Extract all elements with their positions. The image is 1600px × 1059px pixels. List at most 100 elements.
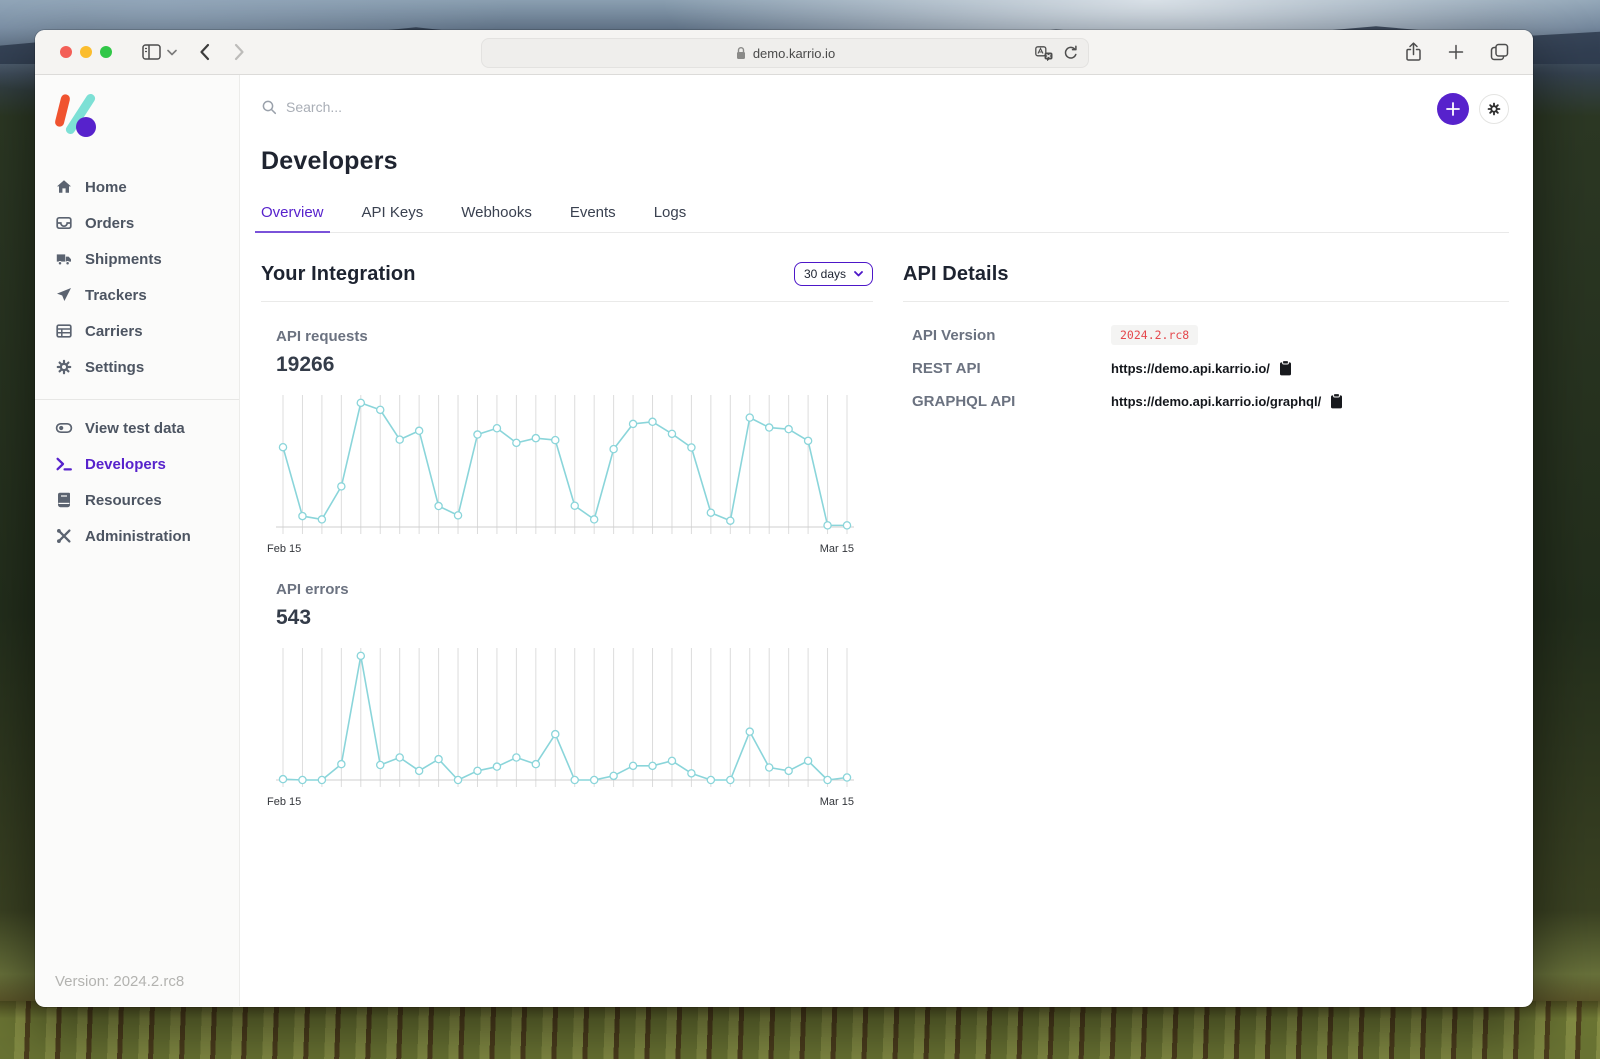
sidebar-divider — [35, 399, 239, 400]
tab-overview[interactable]: Overview — [261, 204, 324, 232]
sidebar-secondary-nav: View test data Developers Resources Adminis… — [35, 410, 239, 554]
main-content: Search... Developers Overview API Keys Web… — [240, 75, 1533, 1006]
sidebar-item-label: Trackers — [85, 287, 147, 304]
select-chevron-icon — [854, 271, 863, 277]
home-icon — [55, 178, 73, 196]
tab-overview-icon[interactable] — [1490, 43, 1509, 61]
detail-value: https://demo.api.karrio.io/graphql/ — [1111, 393, 1343, 409]
translate-icon[interactable] — [1035, 46, 1053, 61]
detail-value: https://demo.api.karrio.io/ — [1111, 360, 1292, 376]
chart-api-requests: API requests19266Feb 15Mar 15 — [276, 328, 873, 555]
tab-api-keys[interactable]: API Keys — [362, 204, 424, 232]
browser-titlebar: demo.karrio.io — [35, 30, 1533, 75]
search-placeholder: Search... — [286, 99, 342, 115]
sidebar: Home Orders Shipments Trackers Carriers Setti… — [35, 75, 240, 1006]
sidebar-item-administration[interactable]: Administration — [35, 518, 239, 554]
x-axis-start-label: Feb 15 — [267, 543, 301, 555]
sidebar-item-home[interactable]: Home — [35, 169, 239, 205]
detail-label: GRAPHQL API — [912, 393, 1111, 410]
app-version: Version: 2024.2.rc8 — [55, 973, 184, 990]
chart-total-value: 19266 — [276, 353, 873, 377]
chart-total-value: 543 — [276, 606, 873, 630]
search-icon — [261, 99, 277, 115]
sidebar-item-resources[interactable]: Resources — [35, 482, 239, 518]
clipboard-icon[interactable] — [1279, 360, 1292, 376]
sidebar-item-shipments[interactable]: Shipments — [35, 241, 239, 277]
sidebar-item-settings[interactable]: Settings — [35, 349, 239, 385]
table-icon — [55, 322, 73, 340]
sidebar-item-label: Shipments — [85, 251, 162, 268]
api-url-text: https://demo.api.karrio.io/graphql/ — [1111, 394, 1321, 409]
sidebar-item-label: Settings — [85, 359, 144, 376]
sidebar-item-label: Orders — [85, 215, 134, 232]
line-chart-canvas — [276, 644, 854, 794]
gear-icon — [55, 358, 73, 376]
sidebar-item-carriers[interactable]: Carriers — [35, 313, 239, 349]
truck-icon — [55, 250, 73, 268]
sidebar-item-label: Home — [85, 179, 127, 196]
create-button[interactable] — [1437, 93, 1469, 125]
new-tab-icon[interactable] — [1448, 44, 1464, 60]
share-icon[interactable] — [1405, 42, 1422, 62]
detail-label: API Version — [912, 327, 1111, 344]
x-axis-end-label: Mar 15 — [820, 543, 854, 555]
version-badge: 2024.2.rc8 — [1111, 325, 1198, 345]
api-url-text: https://demo.api.karrio.io/ — [1111, 361, 1270, 376]
terminal-icon — [55, 455, 73, 473]
page-title: Developers — [261, 147, 1509, 176]
sidebar-item-orders[interactable]: Orders — [35, 205, 239, 241]
detail-label: REST API — [912, 360, 1111, 377]
integration-title: Your Integration — [261, 263, 416, 286]
sidebar-item-label: Developers — [85, 456, 166, 473]
api-detail-row-rest-api: REST APIhttps://demo.api.karrio.io/ — [912, 357, 1509, 379]
back-button-icon[interactable] — [199, 43, 210, 61]
clipboard-icon[interactable] — [1330, 393, 1343, 409]
integration-section: Your Integration 30 days API requests192… — [261, 259, 873, 808]
sidebar-item-developers[interactable]: Developers — [35, 446, 239, 482]
sidebar-item-label: View test data — [85, 420, 185, 437]
sidebar-item-view-test-data[interactable]: View test data — [35, 410, 239, 446]
reload-icon[interactable] — [1063, 45, 1078, 61]
sidebar-item-trackers[interactable]: Trackers — [35, 277, 239, 313]
vineyard-rows — [0, 1001, 1600, 1059]
url-text: demo.karrio.io — [753, 46, 835, 61]
tab-webhooks[interactable]: Webhooks — [461, 204, 532, 232]
sidebar-item-label: Carriers — [85, 323, 143, 340]
browser-window: demo.karrio.io — [35, 30, 1533, 1007]
address-bar[interactable]: demo.karrio.io — [481, 38, 1089, 68]
traffic-lights — [60, 46, 112, 58]
tools-icon — [55, 527, 73, 545]
close-button[interactable] — [60, 46, 72, 58]
chart-api-errors: API errors 543 Feb 15Mar 15 — [276, 581, 873, 808]
api-detail-row-graphql-api: GRAPHQL APIhttps://demo.api.karrio.io/gr… — [912, 390, 1509, 412]
chart-title: API errors — [276, 581, 873, 598]
x-axis-start-label: Feb 15 — [267, 796, 301, 808]
zoom-button[interactable] — [100, 46, 112, 58]
api-detail-row-api-version: API Version2024.2.rc8 — [912, 324, 1509, 346]
lock-icon — [735, 46, 747, 60]
chevron-down-icon[interactable] — [167, 49, 177, 56]
chart-x-axis-labels: Feb 15Mar 15 — [276, 796, 854, 808]
tab-events[interactable]: Events — [570, 204, 616, 232]
sidebar-toggle-icon[interactable] — [142, 44, 161, 60]
api-details-divider — [903, 301, 1509, 302]
orders-icon — [55, 214, 73, 232]
send-icon — [55, 286, 73, 304]
logo-purple-dot — [76, 117, 96, 137]
settings-gear-button[interactable] — [1479, 94, 1509, 124]
forward-button-icon[interactable] — [234, 43, 245, 61]
minimize-button[interactable] — [80, 46, 92, 58]
period-value: 30 days — [804, 267, 846, 281]
sidebar-item-label: Resources — [85, 492, 162, 509]
sidebar-item-label: Administration — [85, 528, 191, 545]
global-search[interactable]: Search... — [261, 99, 1509, 115]
sidebar-primary-nav: Home Orders Shipments Trackers Carriers Setti… — [35, 169, 239, 385]
detail-value: 2024.2.rc8 — [1111, 325, 1198, 345]
tab-logs[interactable]: Logs — [654, 204, 687, 232]
period-select[interactable]: 30 days — [794, 262, 873, 286]
karrio-logo[interactable] — [55, 93, 99, 139]
api-details-section: API Details API Version2024.2.rc8REST AP… — [903, 259, 1509, 808]
api-details-rows: API Version2024.2.rc8REST APIhttps://dem… — [912, 324, 1509, 412]
book-icon — [55, 491, 73, 509]
chart-x-axis-labels: Feb 15Mar 15 — [276, 543, 854, 555]
